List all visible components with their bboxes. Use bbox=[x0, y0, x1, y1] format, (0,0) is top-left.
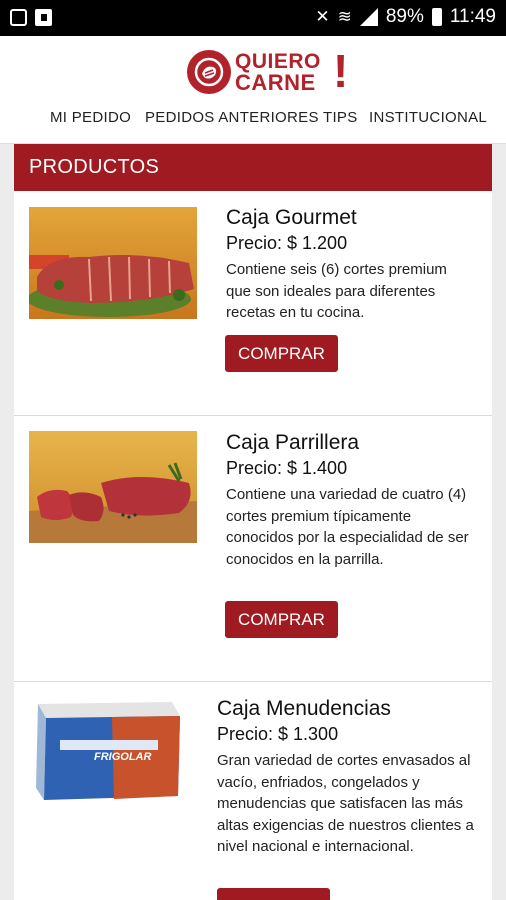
brand-exclaim: ! bbox=[333, 45, 349, 97]
nav-pedidos-anteriores[interactable]: PEDIDOS ANTERIORES bbox=[145, 109, 319, 126]
nav-tips[interactable]: TIPS bbox=[323, 109, 358, 126]
buy-button-menudencias[interactable]: COMPRAR bbox=[217, 888, 330, 900]
product-description: Contiene una variedad de cuatro (4) cort… bbox=[226, 486, 469, 568]
app-header: QUIERO CARNE ! MI PEDIDO PEDIDOS ANTERIO… bbox=[0, 36, 506, 144]
mute-icon: ✕ bbox=[315, 7, 330, 26]
steak-icon bbox=[187, 50, 231, 94]
product-name: Caja Parrillera bbox=[226, 431, 360, 454]
photo-notification-icon bbox=[10, 9, 27, 26]
status-bar: ✕ ≋ 89% 11:49 bbox=[0, 0, 506, 36]
buy-button-gourmet[interactable]: COMPRAR bbox=[225, 335, 338, 372]
product-price: Precio: $ 1.200 bbox=[226, 233, 348, 253]
notification-icons bbox=[10, 9, 52, 26]
product-description: Contiene seis (6) cortes premium que son… bbox=[226, 261, 447, 321]
brand-line2: CARNE bbox=[235, 70, 316, 95]
system-status: ✕ ≋ 89% 11:49 bbox=[315, 6, 496, 28]
product-name: Caja Gourmet bbox=[226, 206, 357, 229]
section-title: PRODUCTOS bbox=[14, 144, 492, 191]
nav-mi-pedido[interactable]: MI PEDIDO bbox=[50, 109, 131, 126]
signal-icon bbox=[359, 8, 378, 26]
product-name: Caja Menudencias bbox=[217, 697, 391, 720]
flipboard-notification-icon bbox=[35, 9, 52, 26]
brand-logo[interactable]: QUIERO CARNE ! bbox=[187, 46, 357, 98]
product-price: Precio: $ 1.400 bbox=[226, 458, 348, 478]
product-price: Precio: $ 1.300 bbox=[217, 724, 339, 744]
battery-icon bbox=[431, 8, 442, 26]
clock: 11:49 bbox=[449, 6, 496, 27]
products-panel: PRODUCTOS Caja Gourmet Precio: $ 1.200 C… bbox=[14, 144, 492, 900]
main-nav: MI PEDIDO PEDIDOS ANTERIORES TIPS INSTIT… bbox=[0, 109, 506, 133]
product-description: Gran variedad de cortes envasados al vac… bbox=[217, 752, 474, 855]
wifi-icon: ≋ bbox=[337, 7, 352, 26]
product-image-menudencias[interactable]: FRIGOLAR bbox=[32, 696, 184, 808]
buy-button-parrillera[interactable]: COMPRAR bbox=[225, 601, 338, 638]
product-card: Caja Gourmet Precio: $ 1.200 Contiene se… bbox=[14, 191, 492, 416]
svg-text:FRIGOLAR: FRIGOLAR bbox=[94, 751, 151, 763]
battery-percent: 89% bbox=[385, 6, 424, 27]
product-image-gourmet[interactable] bbox=[29, 207, 197, 319]
product-image-parrillera[interactable] bbox=[29, 431, 197, 543]
product-card: Caja Parrillera Precio: $ 1.400 Contiene… bbox=[14, 416, 492, 682]
nav-institucional[interactable]: INSTITUCIONAL bbox=[369, 109, 487, 126]
product-card: FRIGOLAR Caja Menudencias Precio: $ 1.30… bbox=[14, 682, 492, 900]
